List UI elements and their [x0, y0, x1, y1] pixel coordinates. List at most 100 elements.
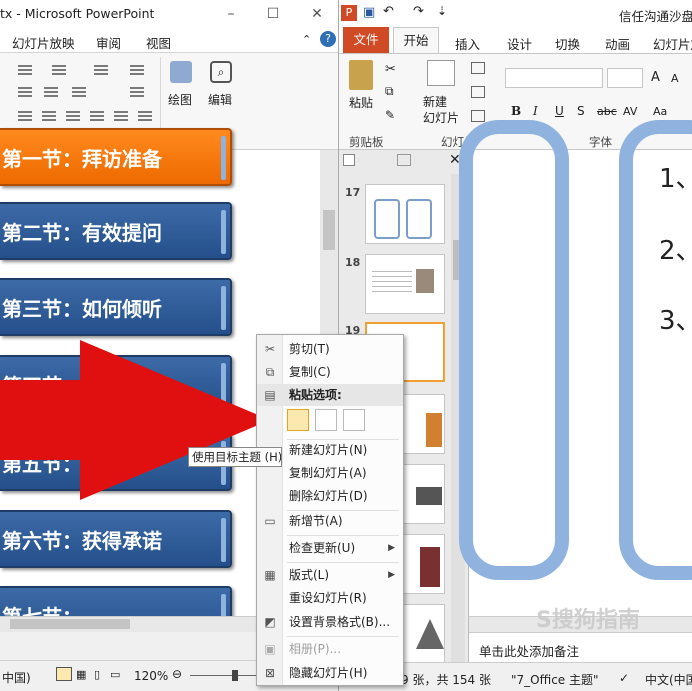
reset-icon[interactable]: [471, 86, 485, 98]
menu-copy[interactable]: ⧉ 复制(C): [257, 361, 403, 383]
h-scroll-thumb[interactable]: [10, 619, 130, 629]
tab-slideshow-right[interactable]: 幻灯片放: [653, 34, 692, 53]
underline-button[interactable]: U: [555, 104, 564, 118]
menu-hide-slide-label: 隐藏幻灯片(H): [289, 666, 368, 680]
shrink-font-button[interactable]: A: [671, 72, 679, 85]
increase-indent-icon[interactable]: [44, 87, 58, 99]
menu-cut[interactable]: ✂ 剪切(T): [257, 338, 403, 360]
line-spacing-icon[interactable]: [94, 65, 108, 77]
tab-view[interactable]: 视图: [146, 33, 171, 52]
paste-icon[interactable]: [349, 60, 373, 90]
redo-icon[interactable]: ↷: [413, 4, 424, 19]
zoom-level[interactable]: 120%: [134, 669, 168, 683]
columns-icon[interactable]: [130, 65, 144, 77]
close-icon[interactable]: ✕: [302, 4, 332, 24]
italic-button[interactable]: I: [533, 104, 538, 118]
slide-thumbnail-18[interactable]: [365, 254, 445, 314]
tab-transition[interactable]: 切换: [555, 34, 580, 53]
help-icon[interactable]: ?: [320, 31, 336, 47]
reading-view-icon[interactable]: ▯: [94, 668, 100, 681]
menu-format-background[interactable]: ◩ 设置背景格式(B)...: [257, 611, 403, 633]
zoom-slider-thumb[interactable]: [232, 670, 238, 681]
char-spacing-button[interactable]: AV: [623, 105, 637, 118]
layout-icon[interactable]: [471, 62, 485, 74]
slide-list-item-3: 3、: [659, 306, 692, 336]
section-1-button[interactable]: 第一节：拜访准备: [0, 128, 232, 186]
file-tab[interactable]: 文件: [343, 27, 389, 53]
paste-picture-button[interactable]: [343, 409, 365, 431]
editing-button[interactable]: 编辑: [208, 91, 232, 108]
binoculars-icon[interactable]: ⌕: [210, 61, 232, 83]
scroll-thumb[interactable]: [323, 210, 335, 250]
main-slide-editor[interactable]: 1、 2、 3、: [459, 120, 692, 616]
slide-count: 9 张，共 154 张: [401, 673, 491, 687]
align-text-icon[interactable]: [130, 87, 144, 99]
section-3-button[interactable]: 第三节：如何倾听: [0, 278, 232, 336]
text-direction-icon[interactable]: [72, 87, 86, 99]
slide-list-item-2: 2、: [659, 236, 692, 266]
change-case-button[interactable]: Aa: [653, 105, 667, 118]
tab-home[interactable]: 开始: [393, 27, 439, 54]
decrease-indent-icon[interactable]: [18, 87, 32, 99]
distributed-icon[interactable]: [114, 111, 128, 123]
save-icon[interactable]: ▣: [363, 5, 375, 20]
zoom-out-icon[interactable]: ⊖: [172, 667, 182, 681]
menu-check-updates-label: 检查更新(U): [289, 541, 356, 555]
font-size-select[interactable]: [607, 68, 643, 88]
menu-layout[interactable]: ▦ 版式(L) ▶: [257, 564, 403, 586]
notes-pane[interactable]: 单击此处添加备注: [469, 632, 692, 662]
maximize-icon[interactable]: ☐: [258, 4, 288, 24]
paste-keep-formatting-button[interactable]: [315, 409, 337, 431]
cut-icon[interactable]: ✂: [385, 62, 396, 77]
section-6-button[interactable]: 第六节：获得承诺: [0, 510, 232, 568]
paste-use-destination-theme-button[interactable]: [287, 409, 309, 431]
shadow-button[interactable]: S: [577, 104, 585, 118]
menu-delete-slide[interactable]: 删除幻灯片(D): [257, 485, 403, 507]
proofing-icon[interactable]: ✓: [619, 671, 629, 685]
copy-icon[interactable]: ⧉: [385, 84, 394, 99]
right-title-bar: P ▣ ↶ ↷ ⇣ 信任沟通沙盘v: [339, 0, 692, 28]
align-right-icon[interactable]: [66, 111, 80, 123]
customize-qat-icon[interactable]: ⇣: [437, 4, 447, 18]
slideshow-view-icon[interactable]: ▭: [110, 668, 120, 681]
tab-slideshow[interactable]: 幻灯片放映: [12, 33, 75, 52]
slide-thumbnail-17[interactable]: [365, 184, 445, 244]
menu-hide-slide[interactable]: ⊠ 隐藏幻灯片(H): [257, 662, 403, 684]
bold-button[interactable]: B: [511, 104, 521, 118]
outline-tab-icon[interactable]: [397, 154, 411, 166]
right-language-status: 中文(中国: [645, 673, 692, 687]
menu-check-updates[interactable]: 检查更新(U) ▶: [257, 537, 403, 559]
drawing-button[interactable]: 绘图: [168, 91, 192, 108]
paste-button[interactable]: 粘贴: [349, 94, 373, 111]
slide-rounded-frame-left: [459, 120, 569, 580]
slides-tab-icon[interactable]: [343, 154, 355, 166]
undo-icon[interactable]: ↶: [383, 4, 394, 19]
bullets-icon[interactable]: [18, 65, 32, 77]
menu-add-section[interactable]: ▭ 新增节(A): [257, 510, 403, 532]
smartart-icon[interactable]: [138, 111, 152, 123]
shapes-icon[interactable]: [170, 61, 192, 83]
align-center-icon[interactable]: [42, 111, 56, 123]
sorter-view-icon[interactable]: ▦: [76, 668, 86, 681]
tab-insert[interactable]: 插入: [455, 34, 480, 53]
tab-review[interactable]: 审阅: [96, 33, 121, 52]
watermark: S搜狗指南: [536, 608, 640, 633]
strikethrough-button[interactable]: abc: [597, 105, 617, 118]
font-name-select[interactable]: [505, 68, 603, 88]
normal-view-icon[interactable]: [56, 667, 72, 681]
grow-font-button[interactable]: A: [651, 70, 660, 85]
new-slide-button[interactable]: 新建 幻灯片: [423, 94, 459, 126]
numbering-icon[interactable]: [52, 65, 66, 77]
justify-icon[interactable]: [90, 111, 104, 123]
section-2-button[interactable]: 第二节：有效提问: [0, 202, 232, 260]
minimize-icon[interactable]: –: [216, 4, 246, 24]
new-slide-icon[interactable]: [427, 60, 455, 86]
theme-name: "7_Office 主题": [511, 673, 599, 687]
tab-animation[interactable]: 动画: [605, 34, 630, 53]
section-icon[interactable]: [471, 110, 485, 122]
format-painter-icon[interactable]: ✎: [385, 108, 395, 122]
collapse-ribbon-icon[interactable]: ⌃: [302, 33, 311, 46]
tab-design[interactable]: 设计: [507, 34, 532, 53]
align-left-icon[interactable]: [18, 111, 32, 123]
menu-reset-slide[interactable]: 重设幻灯片(R): [257, 587, 403, 609]
